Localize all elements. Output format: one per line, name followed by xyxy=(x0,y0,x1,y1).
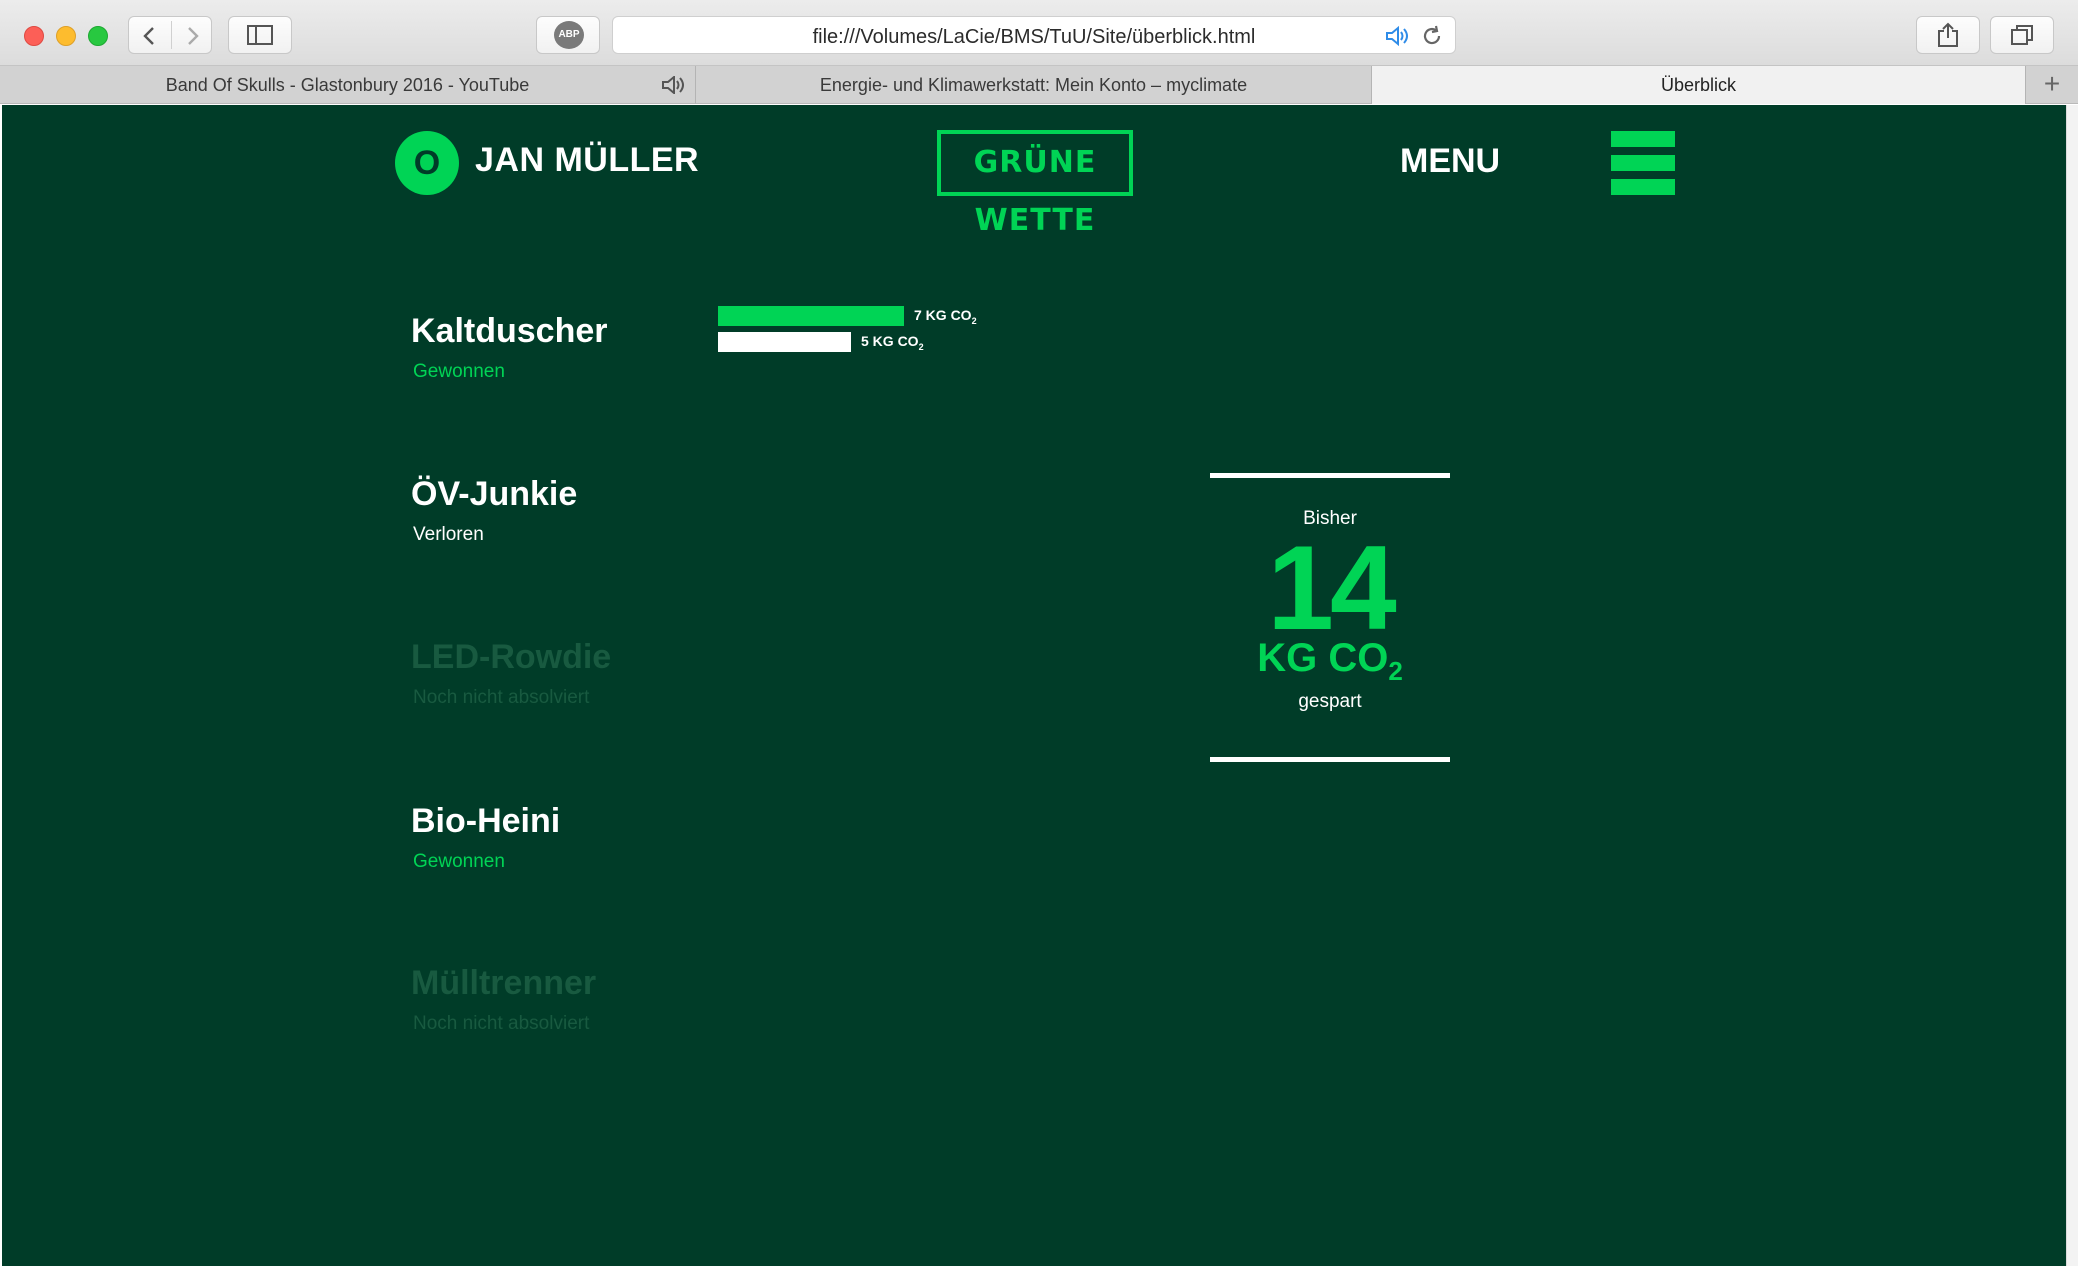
back-icon[interactable] xyxy=(141,26,159,46)
challenge-title: LED-Rowdie xyxy=(411,638,612,676)
tab-bar: Band Of Skulls - Glastonbury 2016 - YouT… xyxy=(0,66,2078,104)
browser-toolbar: ABP file:///Volumes/LaCie/BMS/TuU/Site/ü… xyxy=(0,0,2078,66)
co2-bar-label: 5 KG CO2 xyxy=(861,333,924,352)
tab-myclimate[interactable]: Energie- und Klimawerkstatt: Mein Konto … xyxy=(696,66,1372,104)
total-savings-panel: Bisher 14 KG CO2 gespart xyxy=(1210,473,1450,762)
total-suffix: gespart xyxy=(1298,691,1362,712)
sidebar-button[interactable] xyxy=(228,16,292,54)
adblock-icon: ABP xyxy=(554,21,584,49)
forward-icon[interactable] xyxy=(183,26,201,46)
tab-label: Band Of Skulls - Glastonbury 2016 - YouT… xyxy=(165,75,530,95)
user-name[interactable]: JAN MÜLLER xyxy=(475,141,699,180)
challenge-title: Bio-Heini xyxy=(411,802,561,840)
co2-bar-label: 7 KG CO2 xyxy=(914,307,977,326)
share-icon xyxy=(1938,22,1958,47)
challenge-kaltduscher[interactable]: Kaltduscher Gewonnen xyxy=(411,312,608,383)
address-bar[interactable]: file:///Volumes/LaCie/BMS/TuU/Site/überb… xyxy=(612,16,1456,54)
challenge-bio-heini[interactable]: Bio-Heini Gewonnen xyxy=(411,802,560,873)
navigation-buttons xyxy=(128,16,212,54)
challenge-status: Gewonnen xyxy=(413,361,505,382)
tab-audio-icon[interactable] xyxy=(661,76,687,94)
hamburger-menu-icon[interactable] xyxy=(1611,131,1675,195)
challenge-status: Gewonnen xyxy=(413,851,505,872)
adblock-button[interactable]: ABP xyxy=(536,16,600,54)
challenge-led-rowdie[interactable]: LED-Rowdie Noch nicht absolviert xyxy=(411,638,611,709)
total-value: 14 xyxy=(1267,521,1396,655)
challenge-title: Mülltrenner xyxy=(411,964,597,1002)
divider xyxy=(1210,757,1450,762)
challenge-status: Verloren xyxy=(413,524,484,545)
zoom-window-button[interactable] xyxy=(88,26,108,46)
scrollbar[interactable] xyxy=(2066,105,2078,1266)
challenge-muelltrenner[interactable]: Mülltrenner Noch nicht absolviert xyxy=(411,964,596,1035)
site-logo[interactable]: GRÜNE WETTE xyxy=(937,130,1133,238)
show-all-tabs-button[interactable] xyxy=(1990,16,2054,54)
tab-youtube[interactable]: Band Of Skulls - Glastonbury 2016 - YouT… xyxy=(0,66,696,104)
divider xyxy=(1210,473,1450,478)
reload-icon[interactable] xyxy=(1421,25,1443,47)
minimize-window-button[interactable] xyxy=(56,26,76,46)
tabs-overview-icon xyxy=(2011,25,2033,45)
sidebar-icon xyxy=(247,25,273,45)
avatar[interactable]: O xyxy=(395,131,459,195)
challenge-oev-junkie[interactable]: ÖV-Junkie Verloren xyxy=(411,475,577,546)
co2-bar xyxy=(718,332,851,352)
challenge-title: ÖV-Junkie xyxy=(411,475,578,513)
new-tab-button[interactable]: + xyxy=(2026,66,2078,104)
total-unit: KG CO2 xyxy=(1257,636,1403,686)
challenge-status: Noch nicht absolviert xyxy=(413,687,590,708)
page-content: O JAN MÜLLER GRÜNE WETTE MENU Kaltdusche… xyxy=(2,105,2066,1266)
challenge-title: Kaltduscher xyxy=(411,312,608,350)
tab-label: Energie- und Klimawerkstatt: Mein Konto … xyxy=(819,75,1248,95)
co2-bar xyxy=(718,306,904,326)
tab-ueberblick[interactable]: Überblick xyxy=(1372,66,2026,104)
tab-label: Überblick xyxy=(1660,75,1737,95)
speaker-icon[interactable] xyxy=(1385,26,1411,46)
challenge-status: Noch nicht absolviert xyxy=(413,1013,590,1034)
close-window-button[interactable] xyxy=(24,26,44,46)
url-text: file:///Volumes/LaCie/BMS/TuU/Site/überb… xyxy=(812,26,1256,48)
menu-label[interactable]: MENU xyxy=(1400,142,1500,181)
share-button[interactable] xyxy=(1916,16,1980,54)
